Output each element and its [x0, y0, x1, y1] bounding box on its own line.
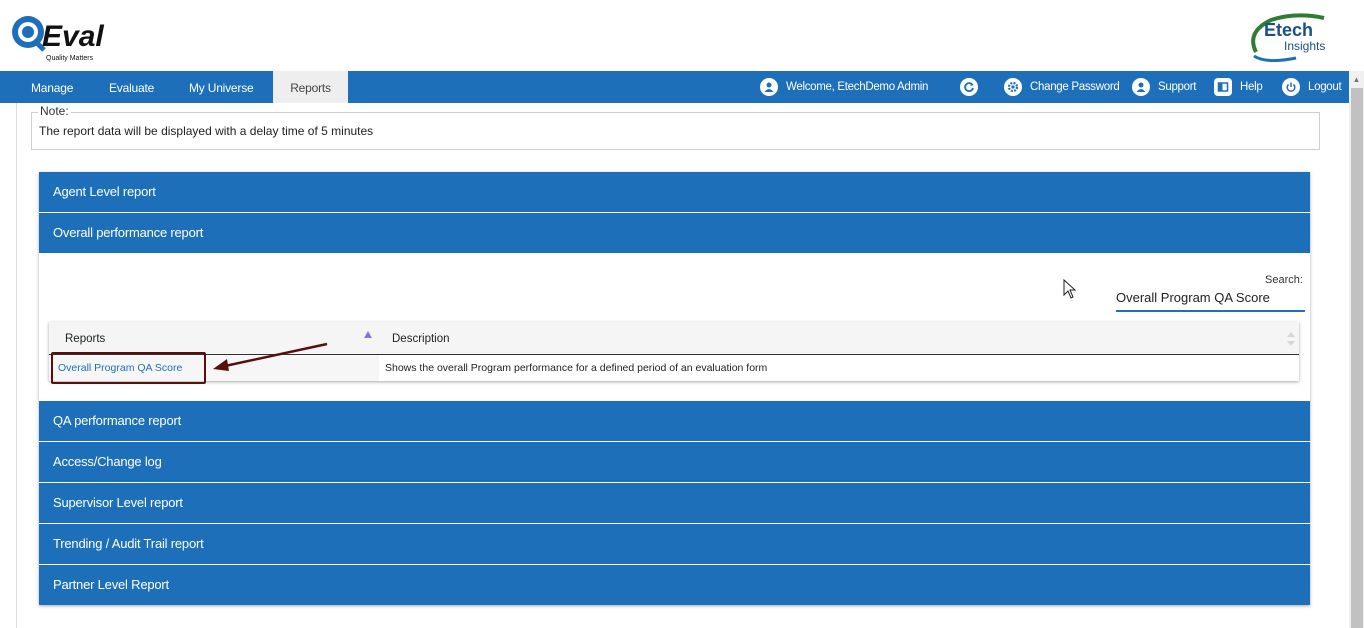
power-icon	[1282, 78, 1300, 96]
highlight-box	[51, 352, 206, 384]
section-overall-performance-report[interactable]: Overall performance report	[39, 213, 1310, 253]
svg-text:Insights: Insights	[1284, 39, 1325, 53]
report-accordion: Agent Level report Overall performance r…	[39, 172, 1310, 605]
nav-tab-evaluate[interactable]: Evaluate	[109, 71, 154, 103]
section-trending-audit-trail-report[interactable]: Trending / Audit Trail report	[39, 524, 1310, 564]
etech-insights-logo[interactable]: Etech Insights	[1246, 12, 1338, 62]
section-partner-level-report[interactable]: Partner Level Report	[39, 565, 1310, 605]
help-link[interactable]: Help	[1214, 71, 1263, 103]
overall-performance-panel: Search: Reports Description Overall Prog…	[39, 254, 1310, 401]
help-label: Help	[1240, 81, 1263, 93]
section-agent-level-report[interactable]: Agent Level report	[39, 172, 1310, 212]
nav-tab-manage[interactable]: Manage	[31, 71, 73, 103]
support-label: Support	[1158, 81, 1197, 93]
sort-both-icon[interactable]	[1287, 332, 1295, 346]
gear-icon	[1004, 78, 1022, 96]
welcome-user[interactable]: Welcome, EtechDemo Admin	[760, 71, 928, 103]
annotation-arrow-icon	[213, 342, 328, 371]
main-navbar: Manage Evaluate My Universe Reports Welc…	[0, 71, 1349, 103]
note-text: The report data will be displayed with a…	[39, 124, 374, 138]
change-password-label: Change Password	[1030, 81, 1120, 93]
qeval-logo[interactable]: Eval Quality Matters	[10, 10, 110, 64]
welcome-label: Welcome, EtechDemo Admin	[786, 81, 929, 93]
column-header-reports[interactable]: Reports	[65, 322, 105, 354]
svg-text:Quality Matters: Quality Matters	[46, 55, 94, 62]
support-link[interactable]: Support	[1132, 71, 1196, 103]
section-supervisor-level-report[interactable]: Supervisor Level report	[39, 483, 1310, 523]
logout-link[interactable]: Logout	[1282, 71, 1342, 103]
svg-text:Etech: Etech	[1264, 20, 1313, 40]
mouse-cursor-icon	[1063, 279, 1077, 299]
sort-ascending-icon[interactable]	[364, 331, 372, 338]
column-header-description[interactable]: Description	[392, 322, 450, 354]
logout-label: Logout	[1308, 81, 1342, 93]
note-legend: Note:	[38, 104, 71, 118]
scrollbar-thumb[interactable]	[1351, 88, 1363, 628]
svg-text:Eval: Eval	[42, 20, 104, 53]
scroll-up-icon[interactable]: ▲	[1349, 71, 1364, 88]
report-description: Shows the overall Program performance fo…	[379, 355, 1299, 381]
refresh-icon	[960, 78, 978, 96]
section-qa-performance-report[interactable]: QA performance report	[39, 401, 1310, 441]
nav-tab-my-universe[interactable]: My Universe	[189, 71, 254, 103]
app-header: Eval Quality Matters Etech Insights	[0, 0, 1364, 71]
search-input[interactable]	[1116, 284, 1305, 312]
help-icon	[1214, 78, 1232, 96]
user-icon	[760, 78, 778, 96]
section-access-change-log[interactable]: Access/Change log	[39, 442, 1310, 482]
nav-tab-reports[interactable]: Reports	[273, 71, 348, 103]
refresh-button[interactable]	[960, 71, 986, 103]
support-icon	[1132, 78, 1150, 96]
change-password-link[interactable]: Change Password	[1004, 71, 1120, 103]
